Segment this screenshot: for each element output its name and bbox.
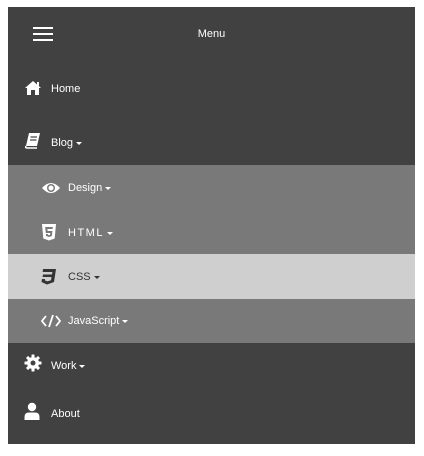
caret-down-icon (105, 186, 112, 190)
submenu-item-design[interactable]: Design (8, 165, 415, 210)
caret-down-icon (76, 141, 83, 145)
nav-menu: Menu Home Blog Design HTML CSS JavaScrip… (8, 7, 415, 444)
submenu-item-label: Design (68, 182, 103, 194)
home-icon (25, 81, 41, 95)
submenu-item-html[interactable]: HTML (8, 210, 415, 254)
menu-item-label: About (51, 408, 80, 420)
caret-down-icon (79, 364, 86, 368)
user-icon (24, 402, 40, 420)
caret-down-icon (106, 231, 113, 235)
menu-header: Menu (8, 7, 415, 64)
menu-item-work[interactable]: Work (8, 343, 415, 389)
submenu-item-javascript[interactable]: JavaScript (8, 299, 415, 343)
menu-item-label: Home (51, 83, 81, 95)
submenu-item-css[interactable]: CSS (8, 254, 415, 299)
gear-icon (24, 354, 42, 372)
code-icon (41, 314, 61, 328)
submenu-item-label: CSS (68, 271, 91, 283)
eye-icon (42, 183, 60, 193)
html5-icon (42, 224, 56, 241)
menu-item-blog[interactable]: Blog (8, 119, 415, 165)
menu-item-label: Blog (51, 137, 74, 149)
css3-icon (41, 269, 56, 285)
menu-item-about[interactable]: About (8, 391, 415, 437)
menu-item-label: Work (51, 360, 77, 372)
book-icon (24, 133, 40, 149)
submenu-item-label: JavaScript (68, 315, 120, 327)
submenu-item-label: HTML (68, 227, 104, 239)
caret-down-icon (122, 319, 129, 323)
menu-item-home[interactable]: Home (8, 66, 415, 111)
caret-down-icon (93, 275, 100, 279)
menu-title: Menu (197, 28, 226, 40)
